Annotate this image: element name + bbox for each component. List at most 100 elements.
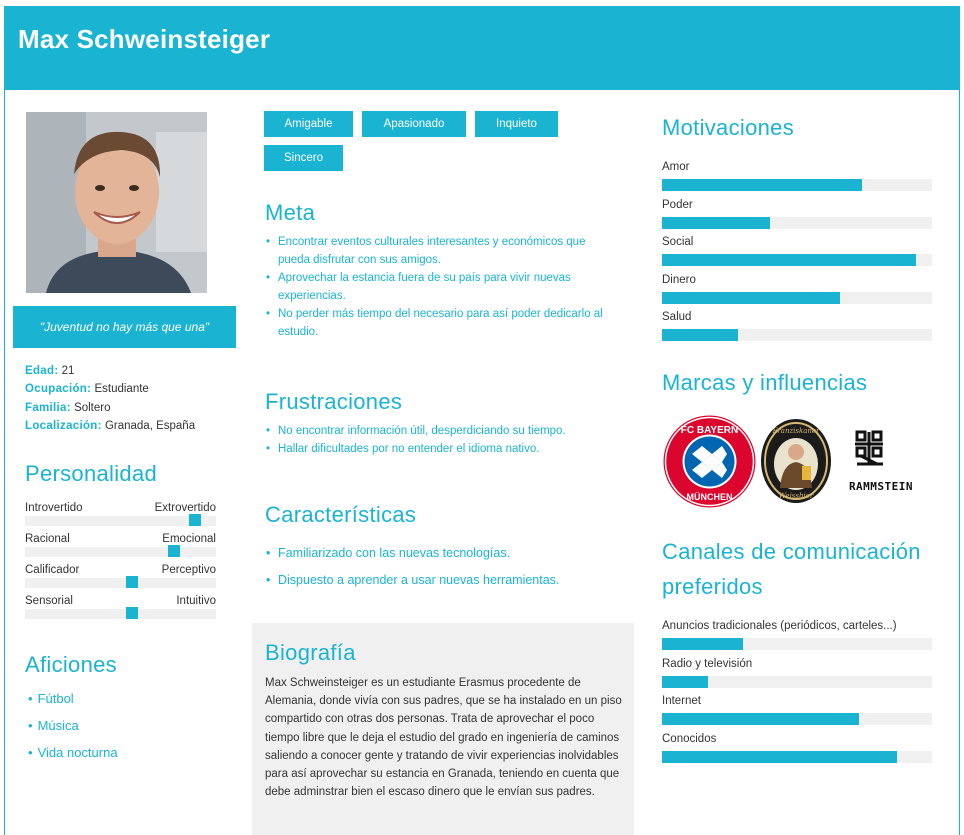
characteristic-item: Dispuesto a aprender a usar nuevas herra… xyxy=(266,567,626,594)
trait-right-label: Extrovertido xyxy=(154,502,216,514)
motivations-title: Motivaciones xyxy=(662,115,794,140)
rammstein-logo: RAMMSTEIN xyxy=(833,428,929,503)
motivation-row: Poder xyxy=(662,199,932,231)
channels-title-line1: Canales de comunicación xyxy=(662,539,921,564)
hobby-item: Vida nocturna xyxy=(28,745,118,760)
motivation-row: Amor xyxy=(662,161,932,193)
channel-row: Radio y televisión xyxy=(662,658,932,690)
tag-sincero: Sincero xyxy=(264,145,343,171)
trait-left-label: Calificador xyxy=(25,564,80,576)
channels-title-line2: preferidos xyxy=(662,574,763,599)
info-location: Localización: Granada, España xyxy=(25,419,196,432)
motivation-label: Dinero xyxy=(662,274,696,286)
goal-item: No perder más tiempo del necesario para … xyxy=(266,305,616,341)
personality-trait-row: Racional Emocional xyxy=(25,533,216,564)
hobby-item: Fútbol xyxy=(28,691,74,706)
trait-track xyxy=(25,516,216,526)
motivation-track xyxy=(662,217,932,229)
characteristics-title: Características xyxy=(265,502,417,527)
channel-fill xyxy=(662,638,743,650)
motivation-row: Dinero xyxy=(662,274,932,306)
motivation-track xyxy=(662,292,932,304)
goals-title: Meta xyxy=(265,200,316,225)
channel-track xyxy=(662,713,932,725)
personality-trait-row: Introvertido Extrovertido xyxy=(25,502,216,533)
svg-text:MÜNCHEN: MÜNCHEN xyxy=(687,492,733,502)
trait-track xyxy=(25,547,216,557)
frustrations-list: No encontrar información útil, desperdic… xyxy=(266,422,626,458)
svg-text:Franziskaner: Franziskaner xyxy=(772,427,820,435)
tag-inquieto: Inquieto xyxy=(475,111,558,137)
motivation-label: Salud xyxy=(662,311,692,323)
persona-quote: "Juventud no hay más que una" xyxy=(13,306,236,348)
svg-text:FC BAYERN: FC BAYERN xyxy=(681,425,738,436)
motivation-fill xyxy=(662,329,738,341)
channel-fill xyxy=(662,713,859,725)
channel-fill xyxy=(662,676,708,688)
trait-marker xyxy=(189,514,201,526)
svg-text:RAMMSTEIN: RAMMSTEIN xyxy=(849,480,913,493)
hobbies-title: Aficiones xyxy=(25,652,117,677)
trait-marker xyxy=(126,576,138,588)
motivation-fill xyxy=(662,292,840,304)
frustration-item: Hallar dificultades por no entender el i… xyxy=(266,440,626,458)
svg-text:Weissbier: Weissbier xyxy=(779,492,814,500)
trait-right-label: Perceptivo xyxy=(161,564,216,576)
motivation-track xyxy=(662,329,932,341)
header-bar: Max Schweinsteiger xyxy=(4,6,960,90)
franziskaner-logo: Franziskaner Weissbier xyxy=(760,418,832,509)
channel-track xyxy=(662,676,932,688)
trait-track xyxy=(25,609,216,619)
motivation-fill xyxy=(662,254,916,266)
trait-marker xyxy=(126,607,138,619)
biography-title: Biografía xyxy=(265,640,356,665)
biography-text: Max Schweinsteiger es un estudiante Eras… xyxy=(265,677,622,799)
trait-right-label: Emocional xyxy=(162,533,216,545)
tag-apasionado: Apasionado xyxy=(362,111,466,137)
info-occupation: Ocupación: Estudiante xyxy=(25,383,149,396)
motivation-label: Poder xyxy=(662,199,693,211)
trait-right-label: Intuitivo xyxy=(176,595,216,607)
motivation-row: Social xyxy=(662,236,932,268)
frustrations-title: Frustraciones xyxy=(265,389,403,414)
motivation-label: Amor xyxy=(662,161,690,173)
info-age: Edad: 21 xyxy=(25,365,75,377)
motivation-fill xyxy=(662,179,862,191)
channel-label: Internet xyxy=(662,695,701,707)
channel-row: Internet xyxy=(662,695,932,727)
personality-trait-row: Calificador Perceptivo xyxy=(25,564,216,595)
personality-trait-row: Sensorial Intuitivo xyxy=(25,595,216,626)
motivation-row: Salud xyxy=(662,311,932,343)
goals-list: Encontrar eventos culturales interesante… xyxy=(266,233,616,341)
hobby-item: Música xyxy=(28,718,79,733)
channel-label: Anuncios tradicionales (periódicos, cart… xyxy=(662,620,897,632)
characteristics-list: Familiarizado con las nuevas tecnologías… xyxy=(266,540,626,594)
goal-item: Aprovechar la estancia fuera de su país … xyxy=(266,269,616,305)
channel-label: Conocidos xyxy=(662,733,717,745)
profile-photo xyxy=(26,112,207,293)
persona-name: Max Schweinsteiger xyxy=(18,24,271,54)
channel-label: Radio y televisión xyxy=(662,658,753,670)
goal-item: Encontrar eventos culturales interesante… xyxy=(266,233,616,269)
channel-fill xyxy=(662,751,897,763)
frustration-item: No encontrar información útil, desperdic… xyxy=(266,422,626,440)
trait-marker xyxy=(168,545,180,557)
motivation-track xyxy=(662,179,932,191)
channel-row: Conocidos xyxy=(662,733,932,765)
info-family: Familia: Soltero xyxy=(25,401,111,414)
channel-track xyxy=(662,751,932,763)
trait-left-label: Introvertido xyxy=(25,502,83,514)
brands-title: Marcas y influencias xyxy=(662,370,868,395)
characteristic-item: Familiarizado con las nuevas tecnologías… xyxy=(266,540,626,567)
personality-title: Personalidad xyxy=(25,461,158,486)
fc-bayern-logo: FC BAYERN MÜNCHEN xyxy=(662,414,757,514)
trait-left-label: Sensorial xyxy=(25,595,73,607)
persona-info: Edad: 21 Ocupación: Estudiante Familia: … xyxy=(25,362,195,435)
motivation-label: Social xyxy=(662,236,694,248)
channel-row: Anuncios tradicionales (periódicos, cart… xyxy=(662,620,932,652)
motivation-fill xyxy=(662,217,770,229)
trait-track xyxy=(25,578,216,588)
trait-left-label: Racional xyxy=(25,533,70,545)
channel-track xyxy=(662,638,932,650)
motivation-track xyxy=(662,254,932,266)
